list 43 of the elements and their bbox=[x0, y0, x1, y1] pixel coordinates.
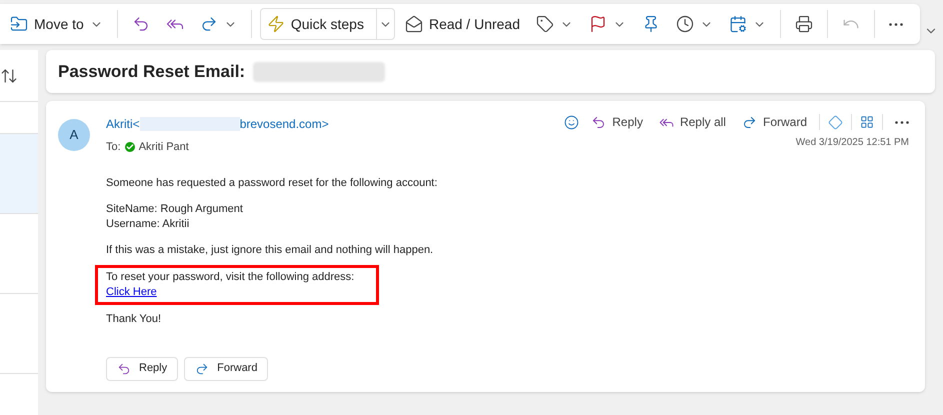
more-icon bbox=[889, 22, 904, 26]
forward-button[interactable]: Forward bbox=[184, 356, 268, 380]
tag-icon bbox=[536, 15, 554, 33]
more-icon[interactable] bbox=[895, 120, 909, 124]
body-text: SiteName: Rough Argument bbox=[106, 202, 243, 216]
diamond-icon[interactable] bbox=[828, 114, 843, 130]
reply-all-button[interactable]: Reply all bbox=[654, 113, 730, 131]
sender-avatar: A bbox=[58, 119, 90, 151]
verified-icon bbox=[124, 142, 135, 152]
forward-icon bbox=[195, 362, 210, 376]
emoji-icon[interactable] bbox=[564, 114, 580, 130]
folder-icon bbox=[10, 15, 28, 33]
body-text: To reset your password, visit the following address: bbox=[106, 270, 354, 284]
body-text: Username: Akritii bbox=[106, 216, 190, 232]
flag-icon bbox=[589, 15, 608, 33]
reply-icon bbox=[132, 15, 150, 33]
sender-domain[interactable]: brevosend.com> bbox=[240, 115, 329, 133]
forward-icon bbox=[200, 15, 218, 33]
body-text: Someone has requested a password reset for the following account: bbox=[106, 176, 438, 190]
reset-link[interactable]: Click Here bbox=[106, 286, 157, 298]
toolbar-button[interactable]: Move to bbox=[4, 8, 109, 40]
clock-icon bbox=[676, 15, 694, 33]
forward-icon bbox=[742, 114, 757, 130]
reply-icon bbox=[117, 362, 131, 376]
sender-name[interactable]: Akriti< bbox=[106, 115, 140, 133]
reply-button[interactable]: Reply bbox=[587, 113, 647, 131]
recipient-name[interactable]: Akriti Pant bbox=[138, 139, 189, 156]
envelope-icon bbox=[404, 15, 423, 33]
toolbar-button[interactable]: Read / Unread bbox=[398, 8, 526, 40]
message-date: Wed 3/19/2025 12:51 PM bbox=[796, 136, 909, 150]
lightning-icon bbox=[266, 15, 285, 33]
to-label: To: bbox=[106, 140, 121, 155]
subject-title: Password Reset Email: bbox=[58, 60, 246, 83]
print-icon bbox=[795, 15, 814, 33]
sort-icon[interactable] bbox=[0, 66, 18, 84]
forward-button[interactable]: Forward bbox=[738, 113, 811, 131]
reply-button[interactable]: Reply bbox=[106, 356, 178, 380]
toolbar-button[interactable]: Quick steps bbox=[260, 8, 395, 40]
grid-icon[interactable] bbox=[860, 115, 874, 129]
reply-icon bbox=[591, 114, 606, 130]
body-text: If this was a mistake, just ignore this email and nothing will happen. bbox=[106, 242, 434, 258]
body-text: Thank You! bbox=[106, 312, 162, 326]
calendar-gear-icon bbox=[729, 15, 748, 33]
